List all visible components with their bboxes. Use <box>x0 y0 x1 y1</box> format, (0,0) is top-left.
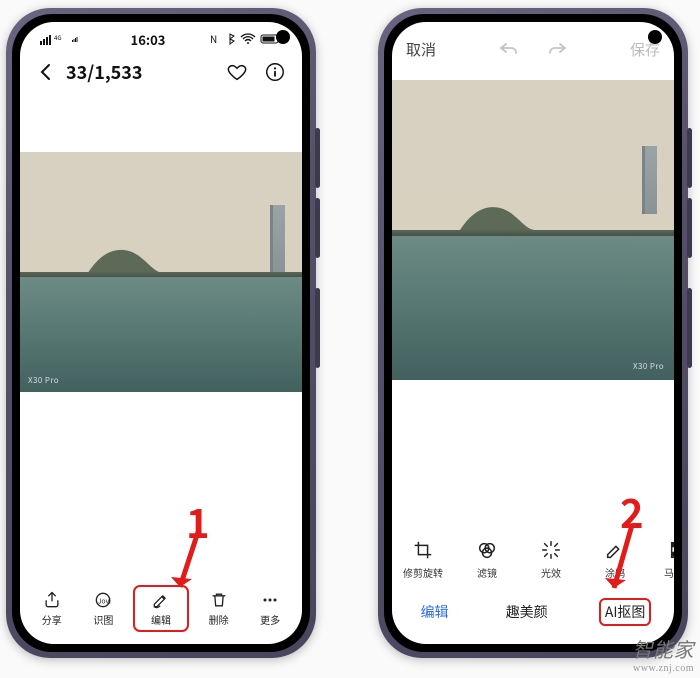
recognize-label: 识图 <box>93 612 113 627</box>
info-icon[interactable] <box>264 61 286 83</box>
crop-label: 修剪旋转 <box>403 565 443 580</box>
comparison-stage: 4G 16:03 N 33/1,533 <box>0 0 700 678</box>
front-camera <box>648 30 662 44</box>
photo-watermark: X30 Pro <box>28 375 59 386</box>
light-tool[interactable]: 光效 <box>526 539 576 580</box>
source-name: 智能家 <box>633 640 695 662</box>
delete-label: 删除 <box>209 612 229 627</box>
more-label: 更多 <box>260 612 280 627</box>
photo-counter: 33/1,533 <box>66 59 143 85</box>
status-bar: 4G 16:03 N <box>20 22 302 52</box>
bluetooth-icon <box>224 33 236 45</box>
recognize-button[interactable]: Jovi 识图 <box>81 590 125 627</box>
svg-text:Jovi: Jovi <box>98 595 111 605</box>
share-label: 分享 <box>42 612 62 627</box>
nfc-icon: N <box>210 33 220 45</box>
crop-tool[interactable]: 修剪旋转 <box>398 539 448 580</box>
svg-text:N: N <box>210 33 217 45</box>
redo-icon[interactable] <box>546 40 568 58</box>
signal2-icon <box>72 33 86 45</box>
undo-icon[interactable] <box>498 40 520 58</box>
tab-edit[interactable]: 编辑 <box>415 598 455 626</box>
signal-icon: 4G <box>40 33 68 45</box>
viewer-toolbar: 分享 Jovi 识图 编辑 删除 更多 <box>20 585 302 632</box>
phone-editor: 取消 保存 X30 Pro 修剪旋转 <box>378 8 688 658</box>
phone-viewer: 4G 16:03 N 33/1,533 <box>6 8 316 658</box>
more-button[interactable]: 更多 <box>248 590 292 627</box>
edit-label: 编辑 <box>151 612 171 627</box>
clock: 16:03 <box>131 30 166 49</box>
light-label: 光效 <box>541 565 561 580</box>
source-watermark: 智能家 www.znj.com <box>633 634 695 674</box>
svg-text:4G: 4G <box>54 33 61 42</box>
cancel-button[interactable]: 取消 <box>406 39 436 60</box>
filter-tool[interactable]: 滤镜 <box>462 539 512 580</box>
editor-canvas[interactable]: X30 Pro <box>392 80 674 380</box>
back-icon[interactable] <box>36 62 56 82</box>
photo-preview[interactable]: X30 Pro <box>20 152 302 392</box>
filter-label: 滤镜 <box>477 565 497 580</box>
front-camera <box>276 30 290 44</box>
favorite-icon[interactable] <box>226 61 248 83</box>
editor-watermark: X30 Pro <box>633 361 664 372</box>
annotation-step1: 1 <box>186 492 210 550</box>
mosaic-label: 马赛克 <box>664 565 674 580</box>
mosaic-tool[interactable]: 马赛克 <box>654 539 674 580</box>
undo-redo-group <box>498 40 568 58</box>
source-url: www.znj.com <box>633 663 695 674</box>
share-button[interactable]: 分享 <box>30 590 74 627</box>
annotation-step2: 2 <box>620 482 644 540</box>
tab-beauty[interactable]: 趣美颜 <box>500 598 554 626</box>
wifi-icon <box>240 33 256 45</box>
